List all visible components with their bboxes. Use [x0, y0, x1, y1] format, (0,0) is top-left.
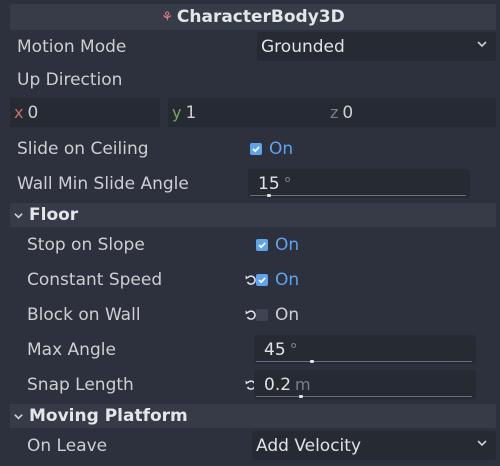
- snap-length-slider-grabber[interactable]: [299, 395, 303, 398]
- up-direction-vector: x 0 y 1 z 0: [10, 96, 496, 129]
- checkbox-unchecked-icon: [256, 308, 268, 321]
- constant-speed-value: On: [275, 269, 300, 290]
- checkbox-checked-icon: [250, 142, 262, 155]
- section-floor-title: Floor: [29, 205, 79, 225]
- up-direction-z-field[interactable]: z 0: [326, 98, 496, 127]
- section-floor[interactable]: Floor: [10, 203, 496, 227]
- section-moving-platform-title: Moving Platform: [29, 406, 188, 426]
- slide-on-ceiling-label: Slide on Ceiling: [17, 138, 149, 159]
- z-axis-label: z: [330, 103, 339, 122]
- up-direction-x-field[interactable]: x 0: [10, 98, 160, 127]
- property-wall-min-slide-angle: Wall Min Slide Angle 15 °: [10, 167, 496, 200]
- wall-min-slide-angle-slider-track[interactable]: [250, 195, 466, 196]
- chevron-down-icon: [477, 440, 487, 447]
- on-leave-label: On Leave: [27, 435, 108, 456]
- block-on-wall-checkbox[interactable]: On: [256, 298, 299, 331]
- max-angle-unit: °: [289, 340, 298, 359]
- block-on-wall-label: Block on Wall: [27, 304, 141, 325]
- character-body-3d-icon: ⚘: [161, 10, 173, 25]
- chevron-down-icon: [14, 413, 23, 420]
- wall-min-slide-angle-value: 15: [258, 173, 280, 194]
- up-direction-y-field[interactable]: y 1: [168, 98, 328, 127]
- snap-length-spinbox[interactable]: 0.2 m: [254, 370, 476, 399]
- slide-on-ceiling-value: On: [269, 138, 294, 159]
- slide-on-ceiling-checkbox[interactable]: On: [250, 132, 293, 165]
- checkbox-checked-icon: [256, 273, 268, 286]
- on-leave-value: Add Velocity: [256, 435, 362, 456]
- node-class-title: CharacterBody3D: [176, 7, 345, 27]
- snap-length-value: 0.2: [264, 374, 292, 395]
- on-leave-dropdown[interactable]: Add Velocity: [252, 431, 496, 460]
- max-angle-spinbox[interactable]: 45 °: [254, 335, 476, 364]
- property-up-direction: Up Direction: [10, 63, 496, 96]
- block-on-wall-value: On: [275, 304, 300, 325]
- up-direction-x-value: 0: [27, 102, 39, 123]
- motion-mode-label: Motion Mode: [17, 36, 127, 57]
- stop-on-slope-checkbox[interactable]: On: [256, 228, 299, 261]
- property-slide-on-ceiling: Slide on Ceiling On: [10, 132, 496, 165]
- max-angle-value: 45: [264, 339, 286, 360]
- property-motion-mode: Motion Mode Grounded: [10, 30, 496, 63]
- up-direction-label: Up Direction: [17, 69, 123, 90]
- x-axis-label: x: [14, 103, 24, 122]
- wall-min-slide-angle-label: Wall Min Slide Angle: [17, 173, 189, 194]
- max-angle-slider-track[interactable]: [256, 361, 472, 362]
- property-snap-length: Snap Length 0.2 m: [10, 368, 496, 401]
- motion-mode-dropdown[interactable]: Grounded: [257, 32, 496, 61]
- wall-min-slide-angle-unit: °: [283, 174, 292, 193]
- up-direction-y-value: 1: [185, 102, 197, 123]
- stop-on-slope-value: On: [275, 234, 300, 255]
- up-direction-z-value: 0: [342, 102, 354, 123]
- checkbox-checked-icon: [256, 238, 268, 251]
- wall-min-slide-angle-slider-grabber[interactable]: [267, 194, 271, 197]
- constant-speed-label: Constant Speed: [27, 269, 163, 290]
- stop-on-slope-label: Stop on Slope: [27, 234, 145, 255]
- chevron-down-icon: [477, 41, 487, 48]
- snap-length-unit: m: [295, 375, 311, 394]
- property-max-angle: Max Angle 45 °: [10, 333, 496, 366]
- constant-speed-checkbox[interactable]: On: [256, 263, 299, 296]
- wall-min-slide-angle-spinbox[interactable]: 15 °: [248, 169, 470, 198]
- motion-mode-value: Grounded: [261, 36, 345, 57]
- property-stop-on-slope: Stop on Slope On: [10, 228, 496, 261]
- chevron-down-icon: [14, 212, 23, 219]
- property-on-leave: On Leave Add Velocity: [10, 429, 496, 462]
- inspector-header: ⚘ CharacterBody3D: [10, 4, 496, 30]
- property-constant-speed: Constant Speed On: [10, 263, 496, 296]
- snap-length-slider-track[interactable]: [256, 396, 472, 397]
- property-block-on-wall: Block on Wall On: [10, 298, 496, 331]
- snap-length-label: Snap Length: [27, 374, 134, 395]
- section-moving-platform[interactable]: Moving Platform: [10, 404, 496, 428]
- max-angle-slider-grabber[interactable]: [310, 360, 314, 363]
- max-angle-label: Max Angle: [27, 339, 116, 360]
- y-axis-label: y: [172, 103, 182, 122]
